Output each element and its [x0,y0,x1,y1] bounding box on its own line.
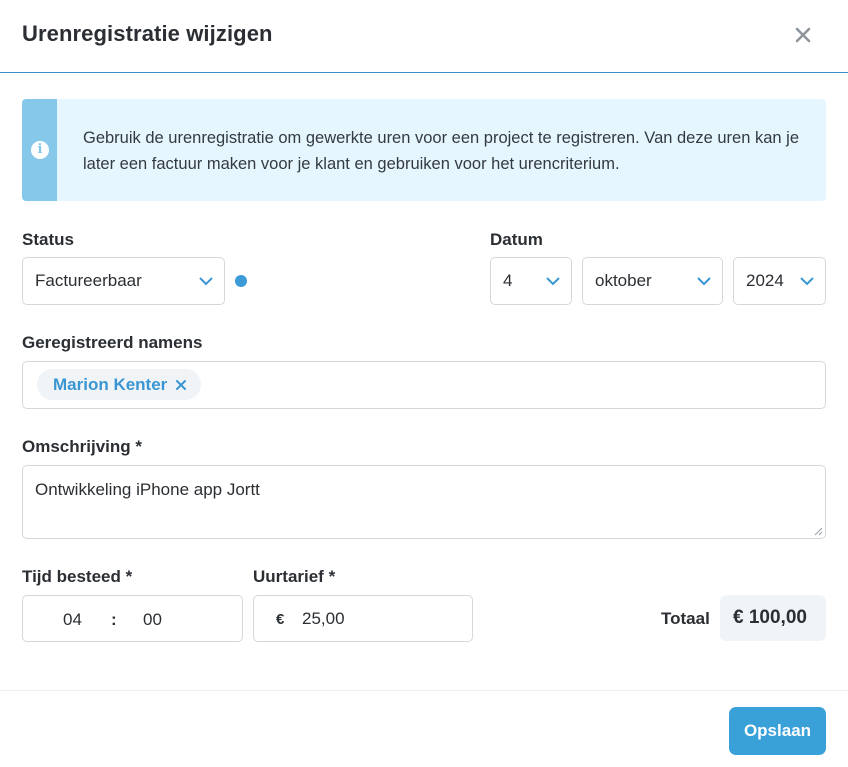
description-label: Omschrijving * [22,437,142,456]
close-button[interactable] [790,22,816,48]
chevron-down-icon [697,277,711,286]
registered-for-label: Geregistreerd namens [22,333,203,352]
info-banner: i Gebruik de urenregistratie om gewerkte… [22,99,826,201]
day-select[interactable]: 4 [490,257,572,305]
remove-tag-icon[interactable] [175,379,187,391]
chevron-down-icon [199,277,213,286]
time-spent-field[interactable]: 04 : 00 [22,595,243,642]
total-value: € 100,00 [733,607,807,628]
status-indicator-dot [235,275,247,287]
status-label: Status [22,230,74,249]
year-select[interactable]: 2024 [733,257,826,305]
time-separator: : [111,610,117,629]
user-tag: Marion Kenter [37,369,202,400]
hourly-rate-label: Uurtarief * [253,567,336,586]
info-stripe: i [22,99,57,201]
user-tag-label: Marion Kenter [53,374,168,394]
chevron-down-icon [800,277,814,286]
hourly-rate-field[interactable]: € 25,00 [253,595,473,642]
footer-divider [0,690,848,691]
day-value: 4 [503,271,513,290]
status-value: Factureerbaar [35,271,142,290]
total-label: Totaal [661,609,710,628]
minutes-input[interactable]: 00 [143,610,162,630]
total-box: € 100,00 [720,595,826,641]
dialog-title: Urenregistratie wijzigen [22,21,273,46]
description-value: Ontwikkeling iPhone app Jortt [35,480,260,499]
year-value: 2024 [746,271,784,290]
info-text: Gebruik de urenregistratie om gewerkte u… [83,129,800,173]
resize-grip-icon[interactable] [813,526,823,536]
chevron-down-icon [546,277,560,286]
hourly-rate-value: 25,00 [302,609,345,628]
time-spent-label: Tijd besteed * [22,567,133,586]
info-icon: i [31,141,49,159]
date-label: Datum [490,230,543,249]
month-select[interactable]: oktober [582,257,723,305]
status-select[interactable]: Factureerbaar [22,257,225,305]
save-button-label: Opslaan [743,721,812,740]
hours-input[interactable]: 04 [63,610,82,630]
save-button[interactable]: Opslaan [729,707,826,755]
close-icon [795,27,811,43]
currency-symbol: € [276,611,285,628]
dialog-header: Urenregistratie wijzigen [0,0,848,73]
month-value: oktober [595,271,652,290]
description-textarea[interactable]: Ontwikkeling iPhone app Jortt [22,465,826,539]
